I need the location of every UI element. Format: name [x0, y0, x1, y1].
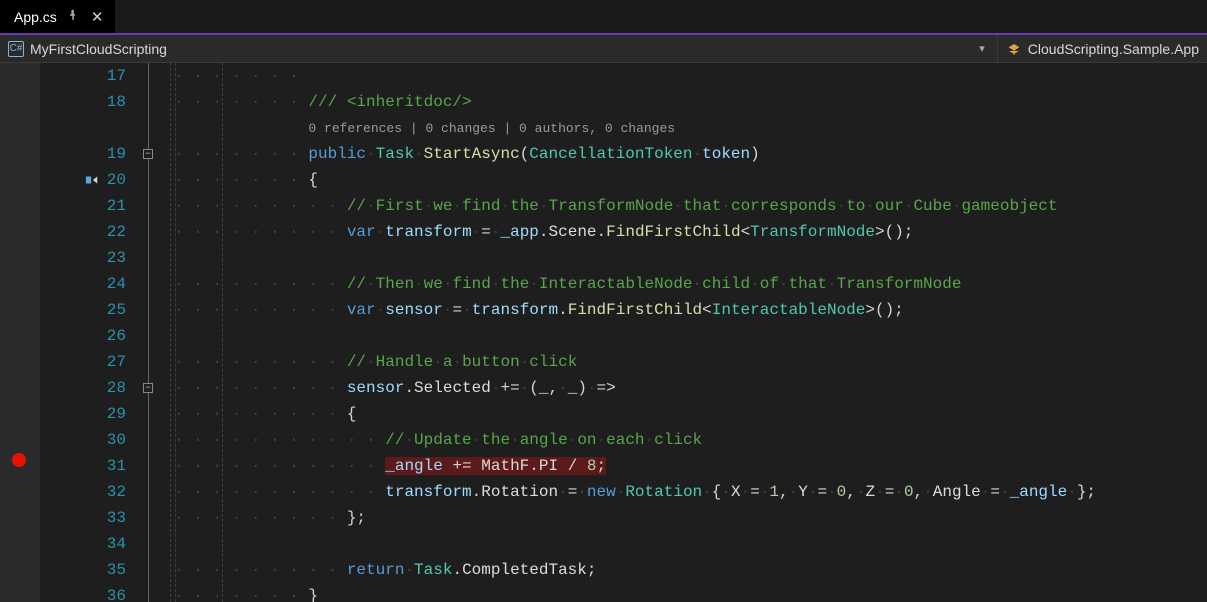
code-line: · · · · · · · · · //·First·we·find·the·T… [170, 193, 1207, 219]
nav-right-label: CloudScripting.Sample.App [1028, 41, 1199, 57]
code-line: · · · · · · · [170, 63, 1207, 89]
code-line: · · · · · · · } [170, 583, 1207, 602]
code-line: · · · · · · · · · · · transform.Rotation… [170, 479, 1207, 505]
code-line: · · · · · · · · · · · //·Update·the·angl… [170, 427, 1207, 453]
close-icon[interactable]: ✕ [89, 8, 106, 26]
code-editor[interactable]: 17 18 19 20 21 22 23 24 25 26 27 28 29 3… [0, 63, 1207, 602]
code-line: · · · · · · · { [170, 167, 1207, 193]
navigation-bar: C# MyFirstCloudScripting ▾ CloudScriptin… [0, 35, 1207, 63]
nav-scope-project[interactable]: C# MyFirstCloudScripting ▾ [0, 35, 997, 62]
code-line: · · · · · · · · · { [170, 401, 1207, 427]
fold-toggle-icon[interactable]: − [143, 149, 153, 159]
code-line: · · · · · · · · · return·Task.CompletedT… [170, 557, 1207, 583]
code-line: · · · · · · · · · sensor.Selected·+=·(_,… [170, 375, 1207, 401]
glyph-margin[interactable] [0, 63, 40, 602]
code-line: · · · · · · · · · var·transform·=·_app.S… [170, 219, 1207, 245]
code-line [170, 531, 1207, 557]
nav-scope-class[interactable]: CloudScripting.Sample.App [998, 35, 1207, 62]
code-content[interactable]: · · · · · · · · · · · · · · /// <inherit… [170, 63, 1207, 602]
code-line: · · · · · · · · · }; [170, 505, 1207, 531]
fold-toggle-icon[interactable]: − [143, 383, 153, 393]
line-numbers: 17 18 19 20 21 22 23 24 25 26 27 28 29 3… [40, 63, 140, 602]
code-line-breakpoint: · · · · · · · · · · · _angle += MathF.PI… [170, 453, 1207, 479]
nav-left-label: MyFirstCloudScripting [30, 41, 167, 57]
csharp-project-icon: C# [8, 41, 24, 57]
code-line [170, 245, 1207, 271]
tab-bar: App.cs ✕ [0, 0, 1207, 35]
code-line: · · · · · · · · · //·Then·we·find·the·In… [170, 271, 1207, 297]
pin-icon[interactable] [67, 9, 79, 24]
code-line: · · · · · · · public·Task·StartAsync(Can… [170, 141, 1207, 167]
folding-column[interactable]: − − [140, 63, 158, 602]
code-line: · · · · · · · /// <inheritdoc/> [170, 89, 1207, 115]
codelens[interactable]: 0 references | 0 changes | 0 authors, 0 … [170, 115, 1207, 141]
tab-filename: App.cs [14, 9, 57, 25]
tracking-changes-icon [13, 145, 27, 159]
indent-guide [158, 63, 170, 602]
class-icon [1006, 41, 1022, 57]
chevron-down-icon[interactable]: ▾ [975, 42, 989, 55]
code-line: · · · · · · · · · var·sensor·=·transform… [170, 297, 1207, 323]
tab-app-cs[interactable]: App.cs ✕ [0, 0, 115, 33]
code-line: · · · · · · · · · //·Handle·a·button·cli… [170, 349, 1207, 375]
code-line [170, 323, 1207, 349]
